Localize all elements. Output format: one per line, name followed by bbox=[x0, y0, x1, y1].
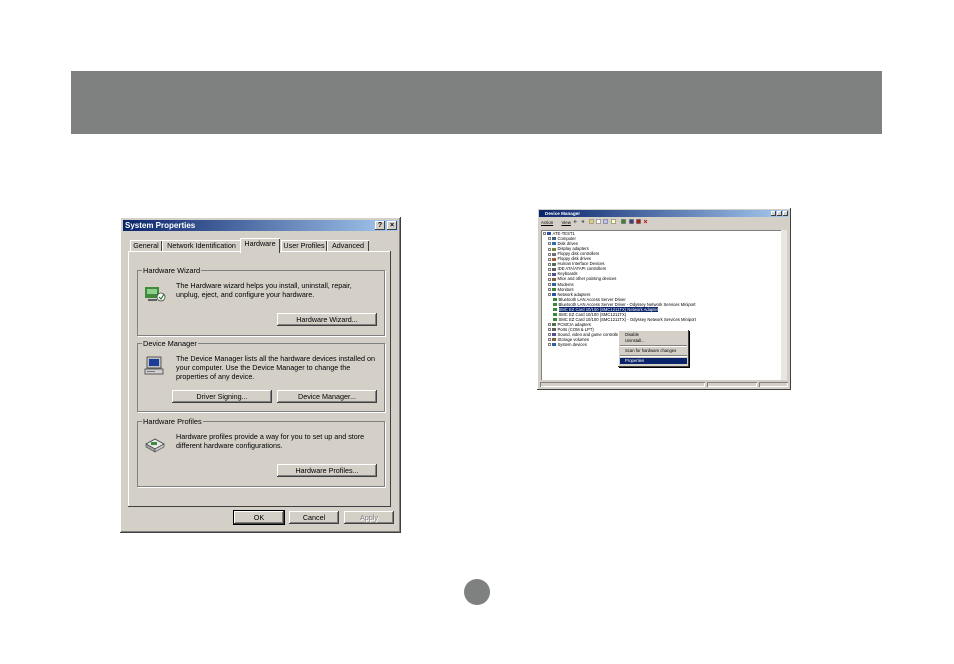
expand-icon[interactable] bbox=[548, 333, 551, 337]
expand-icon[interactable] bbox=[548, 328, 551, 332]
status-pane-1 bbox=[540, 382, 705, 387]
device-manager-label: Device Manager bbox=[142, 339, 198, 348]
device-category-icon bbox=[552, 282, 556, 286]
forward-icon[interactable] bbox=[580, 219, 585, 224]
scan-hardware-icon[interactable] bbox=[621, 219, 626, 224]
device-category-icon bbox=[552, 252, 556, 256]
network-card-icon bbox=[553, 308, 557, 312]
device-category-icon bbox=[552, 323, 556, 327]
close-button[interactable]: × bbox=[387, 221, 397, 230]
expand-icon[interactable] bbox=[548, 287, 551, 291]
vertical-scrollbar[interactable] bbox=[781, 230, 787, 380]
disable-icon[interactable] bbox=[636, 219, 641, 224]
device-category-icon bbox=[552, 247, 556, 251]
device-manager-group: Device Manager The Device Manager lists … bbox=[137, 339, 385, 412]
expand-icon[interactable] bbox=[548, 262, 551, 266]
computer-icon bbox=[144, 356, 164, 375]
device-category-icon bbox=[552, 242, 556, 246]
device-manager-description: The Device Manager lists all the hardwar… bbox=[176, 354, 375, 381]
menu-action[interactable]: Action bbox=[541, 220, 553, 225]
page-number-badge bbox=[464, 579, 490, 605]
expand-icon[interactable] bbox=[548, 272, 551, 276]
hardware-tab-panel: Hardware Wizard The Hardware wizard help… bbox=[128, 251, 391, 507]
context-menu-separator bbox=[620, 345, 687, 347]
update-driver-icon[interactable] bbox=[629, 219, 634, 224]
context-menu-uninstall[interactable]: Uninstall... bbox=[620, 338, 687, 344]
apply-button[interactable]: Apply bbox=[344, 511, 394, 524]
hardware-profiles-group: Hardware Profiles Hardware profiles prov… bbox=[137, 417, 385, 487]
collapse-icon[interactable] bbox=[548, 292, 551, 296]
collapse-icon[interactable] bbox=[543, 232, 546, 236]
help-icon[interactable] bbox=[611, 219, 616, 224]
hardware-wizard-icon bbox=[145, 287, 166, 302]
status-pane-3 bbox=[759, 382, 788, 387]
hardware-profiles-icon bbox=[145, 438, 165, 453]
hardware-profiles-description: Hardware profiles provide a way for you … bbox=[176, 432, 365, 450]
device-category-icon bbox=[552, 292, 556, 296]
maximize-icon[interactable] bbox=[777, 211, 782, 216]
expand-icon[interactable] bbox=[548, 247, 551, 251]
hardware-profiles-label: Hardware Profiles bbox=[142, 417, 203, 426]
device-manager-titlebar: Device Manager bbox=[539, 210, 789, 217]
expand-icon[interactable] bbox=[548, 267, 551, 271]
menu-view[interactable]: View bbox=[561, 220, 570, 225]
system-properties-dialog: System Properties ? × General Network Id… bbox=[120, 217, 401, 533]
network-card-icon bbox=[553, 298, 557, 302]
dialog-title: System Properties bbox=[125, 221, 196, 230]
device-category-icon bbox=[552, 338, 556, 342]
network-card-icon bbox=[553, 318, 557, 322]
device-category-icon bbox=[552, 343, 556, 347]
tree-item-label: System devices bbox=[557, 342, 587, 348]
expand-icon[interactable] bbox=[548, 282, 551, 286]
device-category-icon bbox=[552, 237, 556, 241]
status-bar bbox=[540, 382, 788, 387]
help-button[interactable]: ? bbox=[375, 221, 385, 230]
up-icon[interactable] bbox=[589, 219, 594, 224]
network-card-icon bbox=[553, 313, 557, 317]
back-icon[interactable] bbox=[573, 219, 578, 224]
device-manager-button[interactable]: Device Manager... bbox=[277, 390, 377, 403]
expand-icon[interactable] bbox=[548, 257, 551, 261]
cancel-button[interactable]: Cancel bbox=[289, 511, 339, 524]
close-icon[interactable] bbox=[783, 211, 788, 216]
properties-icon[interactable] bbox=[603, 219, 608, 224]
context-menu: Disable Uninstall... Scan for hardware c… bbox=[618, 330, 689, 367]
hardware-wizard-label: Hardware Wizard bbox=[142, 266, 202, 275]
expand-icon[interactable] bbox=[548, 277, 551, 281]
uninstall-icon[interactable] bbox=[643, 219, 648, 224]
expand-icon[interactable] bbox=[548, 252, 551, 256]
network-card-icon bbox=[553, 303, 557, 307]
tab-hardware[interactable]: Hardware bbox=[240, 238, 280, 253]
context-menu-properties[interactable]: Properties bbox=[620, 358, 687, 364]
hardware-wizard-description: The Hardware wizard helps you install, u… bbox=[176, 281, 352, 299]
dialog-titlebar: System Properties ? × bbox=[123, 220, 398, 231]
device-manager-title: Device Manager bbox=[545, 211, 580, 216]
device-category-icon bbox=[547, 232, 551, 236]
status-pane-2 bbox=[707, 382, 757, 387]
header-banner bbox=[71, 71, 882, 134]
tree-item[interactable]: System devices bbox=[548, 342, 587, 347]
device-category-icon bbox=[552, 287, 556, 291]
device-category-icon bbox=[552, 267, 556, 271]
device-category-icon bbox=[552, 272, 556, 276]
device-category-icon bbox=[552, 328, 556, 332]
driver-signing-button[interactable]: Driver Signing... bbox=[172, 390, 272, 403]
expand-icon[interactable] bbox=[548, 338, 551, 342]
device-category-icon bbox=[552, 262, 556, 266]
hardware-wizard-button[interactable]: Hardware Wizard... bbox=[277, 313, 377, 326]
expand-icon[interactable] bbox=[548, 237, 551, 241]
show-hide-tree-icon[interactable] bbox=[596, 219, 601, 224]
device-category-icon bbox=[552, 257, 556, 261]
context-menu-separator bbox=[620, 355, 687, 357]
minimize-icon[interactable] bbox=[771, 211, 776, 216]
device-category-icon bbox=[552, 277, 556, 281]
context-menu-scan[interactable]: Scan for hardware changes bbox=[620, 348, 687, 354]
hardware-profiles-button[interactable]: Hardware Profiles... bbox=[277, 464, 377, 477]
expand-icon[interactable] bbox=[548, 242, 551, 246]
ok-button[interactable]: OK bbox=[233, 510, 285, 525]
hardware-wizard-group: Hardware Wizard The Hardware wizard help… bbox=[137, 266, 385, 336]
device-category-icon bbox=[552, 333, 556, 337]
expand-icon[interactable] bbox=[548, 343, 551, 347]
expand-icon[interactable] bbox=[548, 323, 551, 327]
